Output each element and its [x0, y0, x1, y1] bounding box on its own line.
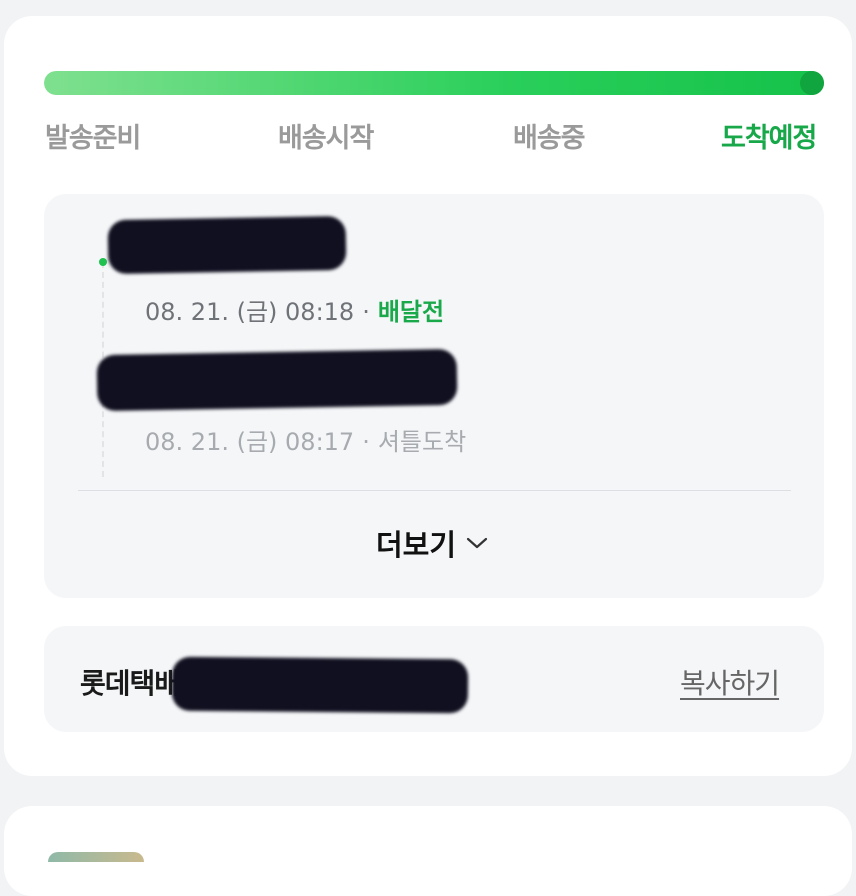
divider — [78, 490, 791, 491]
redacted-location-1 — [107, 215, 347, 275]
redacted-location-2 — [96, 348, 458, 412]
more-label: 더보기 — [376, 528, 457, 562]
timeline-current-dot — [99, 258, 107, 266]
event-1-time: 08. 21. (금) 08:18 — [145, 298, 355, 326]
more-button[interactable]: 더보기 — [376, 522, 488, 564]
carrier-name: 롯데택배 — [80, 667, 180, 700]
next-card — [4, 806, 852, 896]
product-thumbnail — [48, 852, 144, 862]
progress-bar — [44, 71, 824, 95]
event-2-time-row: 08. 21. (금) 08:17 · 셔틀도착 — [145, 428, 467, 456]
redacted-tracking-number — [171, 656, 469, 714]
copy-button[interactable]: 복사하기 — [680, 662, 780, 702]
event-2-time: 08. 21. (금) 08:17 — [145, 428, 355, 456]
step-in-transit: 배송중 — [513, 123, 586, 154]
step-arriving: 도착예정 — [721, 123, 817, 154]
event-2-status: 셔틀도착 — [377, 428, 467, 456]
event-1-time-row: 08. 21. (금) 08:18 · 배달전 — [145, 298, 445, 326]
step-ready: 발송준비 — [45, 123, 141, 154]
event-1-status: 배달전 — [377, 298, 445, 326]
step-shipped: 배송시작 — [278, 123, 374, 154]
progress-end-dot — [800, 71, 824, 95]
progress-fill — [44, 71, 824, 95]
chevron-down-icon — [466, 537, 488, 549]
